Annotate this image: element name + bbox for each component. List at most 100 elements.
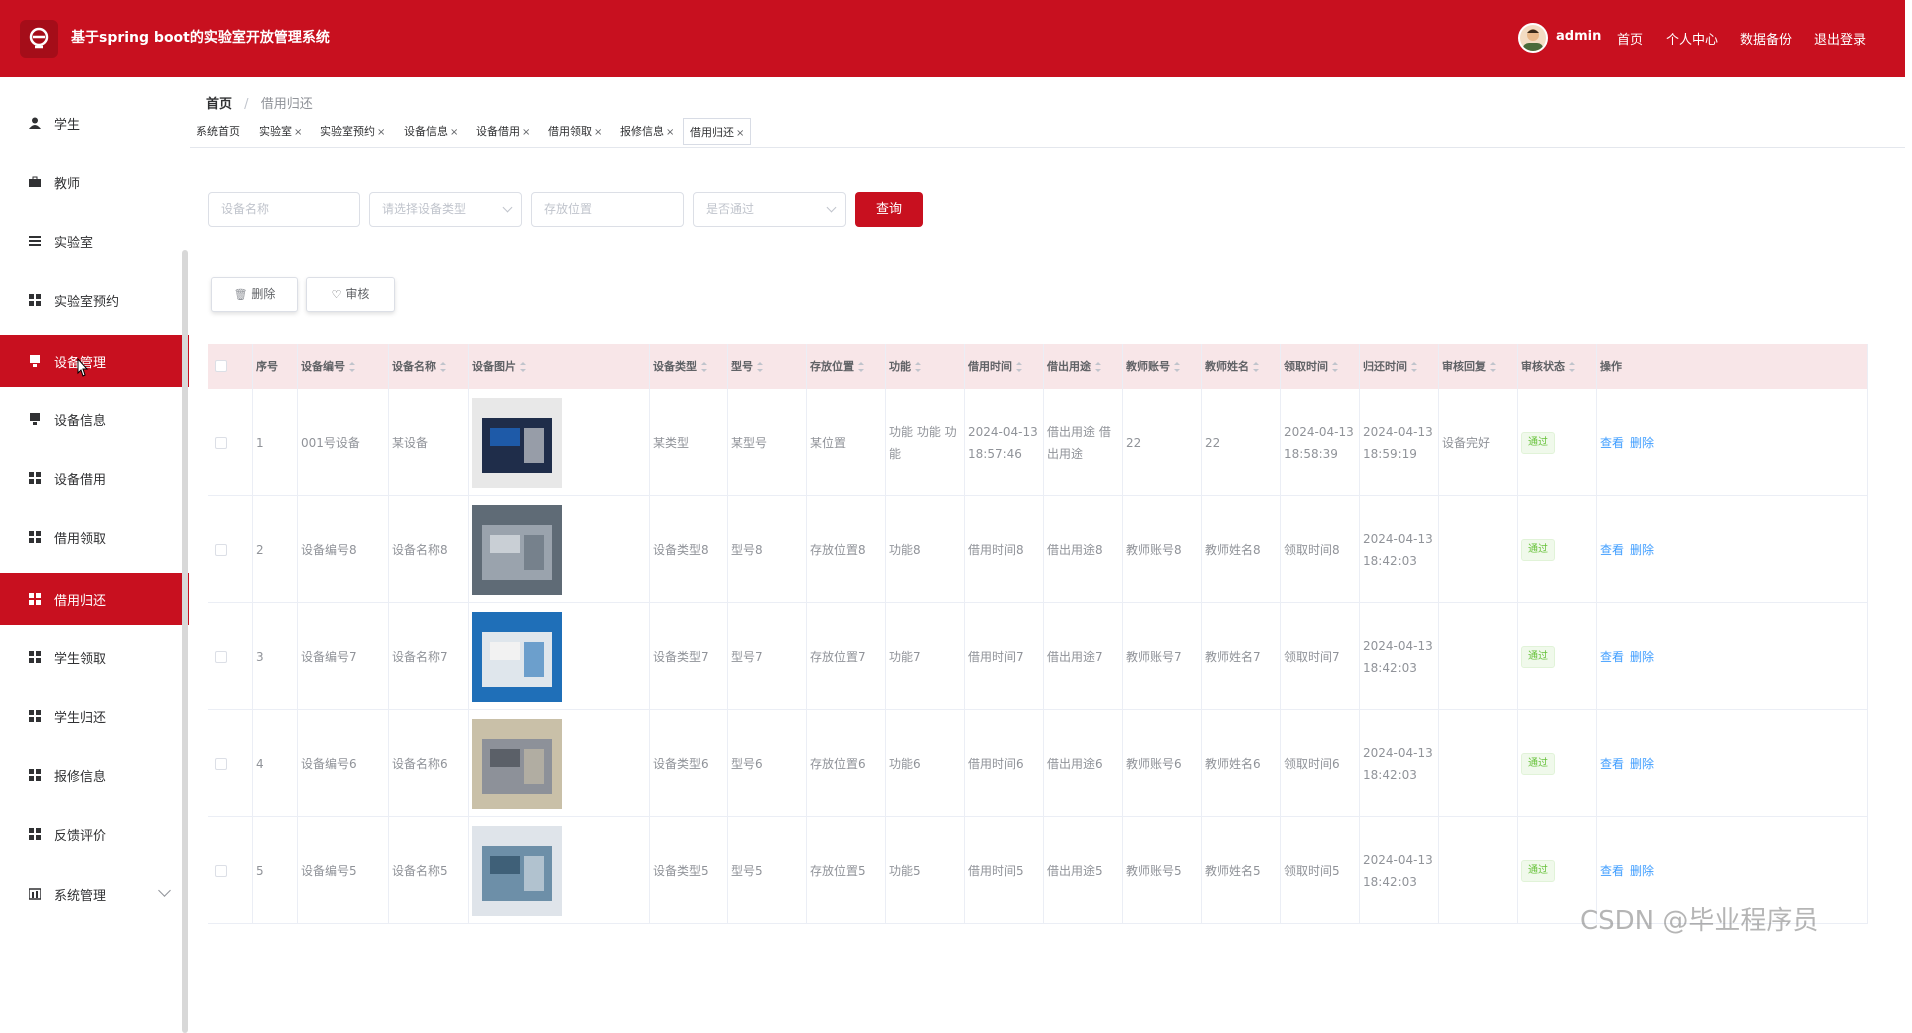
equipment-image[interactable] (472, 397, 562, 488)
sidebar-item-student[interactable]: 学生 (0, 97, 189, 149)
select-all-checkbox[interactable] (215, 360, 227, 372)
profile-link[interactable]: 个人中心 (1666, 29, 1718, 48)
column-header[interactable]: 归还时间 (1360, 344, 1439, 389)
sort-icon[interactable] (520, 362, 526, 372)
view-link[interactable]: 查看 (1600, 753, 1624, 775)
sort-icon[interactable] (440, 362, 446, 372)
sidebar-item-student-return[interactable]: 学生归还 (0, 690, 189, 742)
sidebar-item-lab[interactable]: 实验室 (0, 215, 189, 267)
delete-link[interactable]: 删除 (1630, 860, 1654, 882)
tab-repair[interactable]: 报修信息 × (614, 118, 680, 145)
column-header[interactable]: 设备图片 (469, 344, 650, 389)
cell-code: 设备编号7 (298, 603, 389, 710)
cell-function: 功能5 (886, 817, 965, 924)
equipment-image[interactable] (472, 718, 562, 809)
cell-pickup-time: 领取时间6 (1281, 710, 1360, 817)
equipment-image[interactable] (472, 825, 562, 916)
tab-system-home[interactable]: 系统首页 (190, 118, 246, 145)
sort-icon[interactable] (1332, 362, 1338, 372)
column-header[interactable]: 领取时间 (1281, 344, 1360, 389)
sort-icon[interactable] (349, 362, 355, 372)
location-input[interactable]: 存放位置 (531, 192, 684, 227)
select-all-header[interactable] (208, 344, 253, 389)
sort-icon[interactable] (1095, 362, 1101, 372)
row-checkbox[interactable] (215, 650, 227, 663)
sort-icon[interactable] (1016, 362, 1022, 372)
sidebar-item-equipment-info[interactable]: 设备信息 (0, 393, 189, 445)
row-checkbox[interactable] (215, 757, 227, 770)
sort-icon[interactable] (1569, 362, 1575, 372)
view-link[interactable]: 查看 (1600, 646, 1624, 668)
sidebar-item-feedback[interactable]: 反馈评价 (0, 808, 189, 860)
review-button[interactable]: ♡ 审核 (306, 277, 395, 312)
user-avatar[interactable] (1518, 23, 1548, 53)
tab-equipment-info[interactable]: 设备信息 × (398, 118, 464, 145)
approved-select[interactable]: 是否通过 (693, 192, 846, 227)
sidebar-item-label: 设备信息 (54, 413, 107, 429)
sort-icon[interactable] (915, 362, 921, 372)
sidebar-item-borrow-pickup[interactable]: 借用领取 (0, 511, 189, 563)
column-header[interactable]: 教师账号 (1123, 344, 1202, 389)
column-header[interactable]: 教师姓名 (1202, 344, 1281, 389)
sort-icon[interactable] (757, 362, 763, 372)
row-checkbox[interactable] (215, 543, 227, 556)
tab-lab[interactable]: 实验室 × (253, 118, 308, 145)
tab-lab-booking[interactable]: 实验室预约 × (314, 118, 391, 145)
close-icon[interactable]: × (450, 127, 458, 138)
row-checkbox[interactable] (215, 436, 227, 449)
sidebar-item-borrow-return[interactable]: 借用归还 (0, 573, 189, 625)
column-header[interactable]: 审核回复 (1439, 344, 1518, 389)
backup-link[interactable]: 数据备份 (1740, 29, 1792, 48)
column-header[interactable]: 设备类型 (650, 344, 728, 389)
sidebar-scrollbar[interactable] (182, 250, 188, 1033)
sort-icon[interactable] (1490, 362, 1496, 372)
sidebar-item-system[interactable]: 系统管理 (0, 868, 189, 920)
delete-link[interactable]: 删除 (1630, 432, 1654, 454)
column-header[interactable]: 审核状态 (1518, 344, 1597, 389)
tab-equipment-borrow[interactable]: 设备借用 × (470, 118, 536, 145)
sort-icon[interactable] (1411, 362, 1417, 372)
tab-borrow-return[interactable]: 借用归还 × (683, 118, 752, 145)
sidebar-item-equipment-mgmt[interactable]: 设备管理 (0, 335, 189, 387)
row-checkbox[interactable] (215, 864, 227, 877)
query-button[interactable]: 查询 (855, 192, 923, 227)
equipment-image[interactable] (472, 504, 562, 595)
sidebar-item-student-pickup[interactable]: 学生领取 (0, 631, 189, 683)
close-icon[interactable]: × (736, 128, 744, 139)
sort-icon[interactable] (1253, 362, 1259, 372)
delete-button[interactable]: 🗑 删除 (211, 277, 298, 312)
view-link[interactable]: 查看 (1600, 860, 1624, 882)
column-header[interactable]: 设备名称 (389, 344, 469, 389)
equipment-type-select[interactable]: 请选择设备类型 (369, 192, 522, 227)
equipment-name-input[interactable]: 设备名称 (208, 192, 360, 227)
column-header[interactable]: 功能 (886, 344, 965, 389)
tab-borrow-pickup[interactable]: 借用领取 × (542, 118, 608, 145)
breadcrumb-home[interactable]: 首页 (206, 97, 232, 112)
column-header[interactable]: 借用时间 (965, 344, 1044, 389)
column-header[interactable]: 借出用途 (1044, 344, 1123, 389)
delete-link[interactable]: 删除 (1630, 646, 1654, 668)
home-link[interactable]: 首页 (1617, 29, 1643, 48)
close-icon[interactable]: × (594, 127, 602, 138)
sort-icon[interactable] (701, 362, 707, 372)
view-link[interactable]: 查看 (1600, 432, 1624, 454)
view-link[interactable]: 查看 (1600, 539, 1624, 561)
sidebar-item-equipment-borrow[interactable]: 设备借用 (0, 452, 189, 504)
cell-return-time: 2024-04-13 18:42:03 (1360, 603, 1439, 710)
sidebar-item-teacher[interactable]: 教师 (0, 156, 189, 208)
sidebar-item-lab-booking[interactable]: 实验室预约 (0, 274, 189, 326)
close-icon[interactable]: × (294, 127, 302, 138)
delete-link[interactable]: 删除 (1630, 539, 1654, 561)
close-icon[interactable]: × (666, 127, 674, 138)
logout-link[interactable]: 退出登录 (1814, 29, 1866, 48)
close-icon[interactable]: × (377, 127, 385, 138)
sidebar-item-repair[interactable]: 报修信息 (0, 749, 189, 801)
close-icon[interactable]: × (522, 127, 530, 138)
column-header[interactable]: 设备编号 (298, 344, 389, 389)
sort-icon[interactable] (858, 362, 864, 372)
sort-icon[interactable] (1174, 362, 1180, 372)
delete-link[interactable]: 删除 (1630, 753, 1654, 775)
column-header[interactable]: 型号 (728, 344, 807, 389)
column-header[interactable]: 存放位置 (807, 344, 886, 389)
equipment-image[interactable] (472, 611, 562, 702)
